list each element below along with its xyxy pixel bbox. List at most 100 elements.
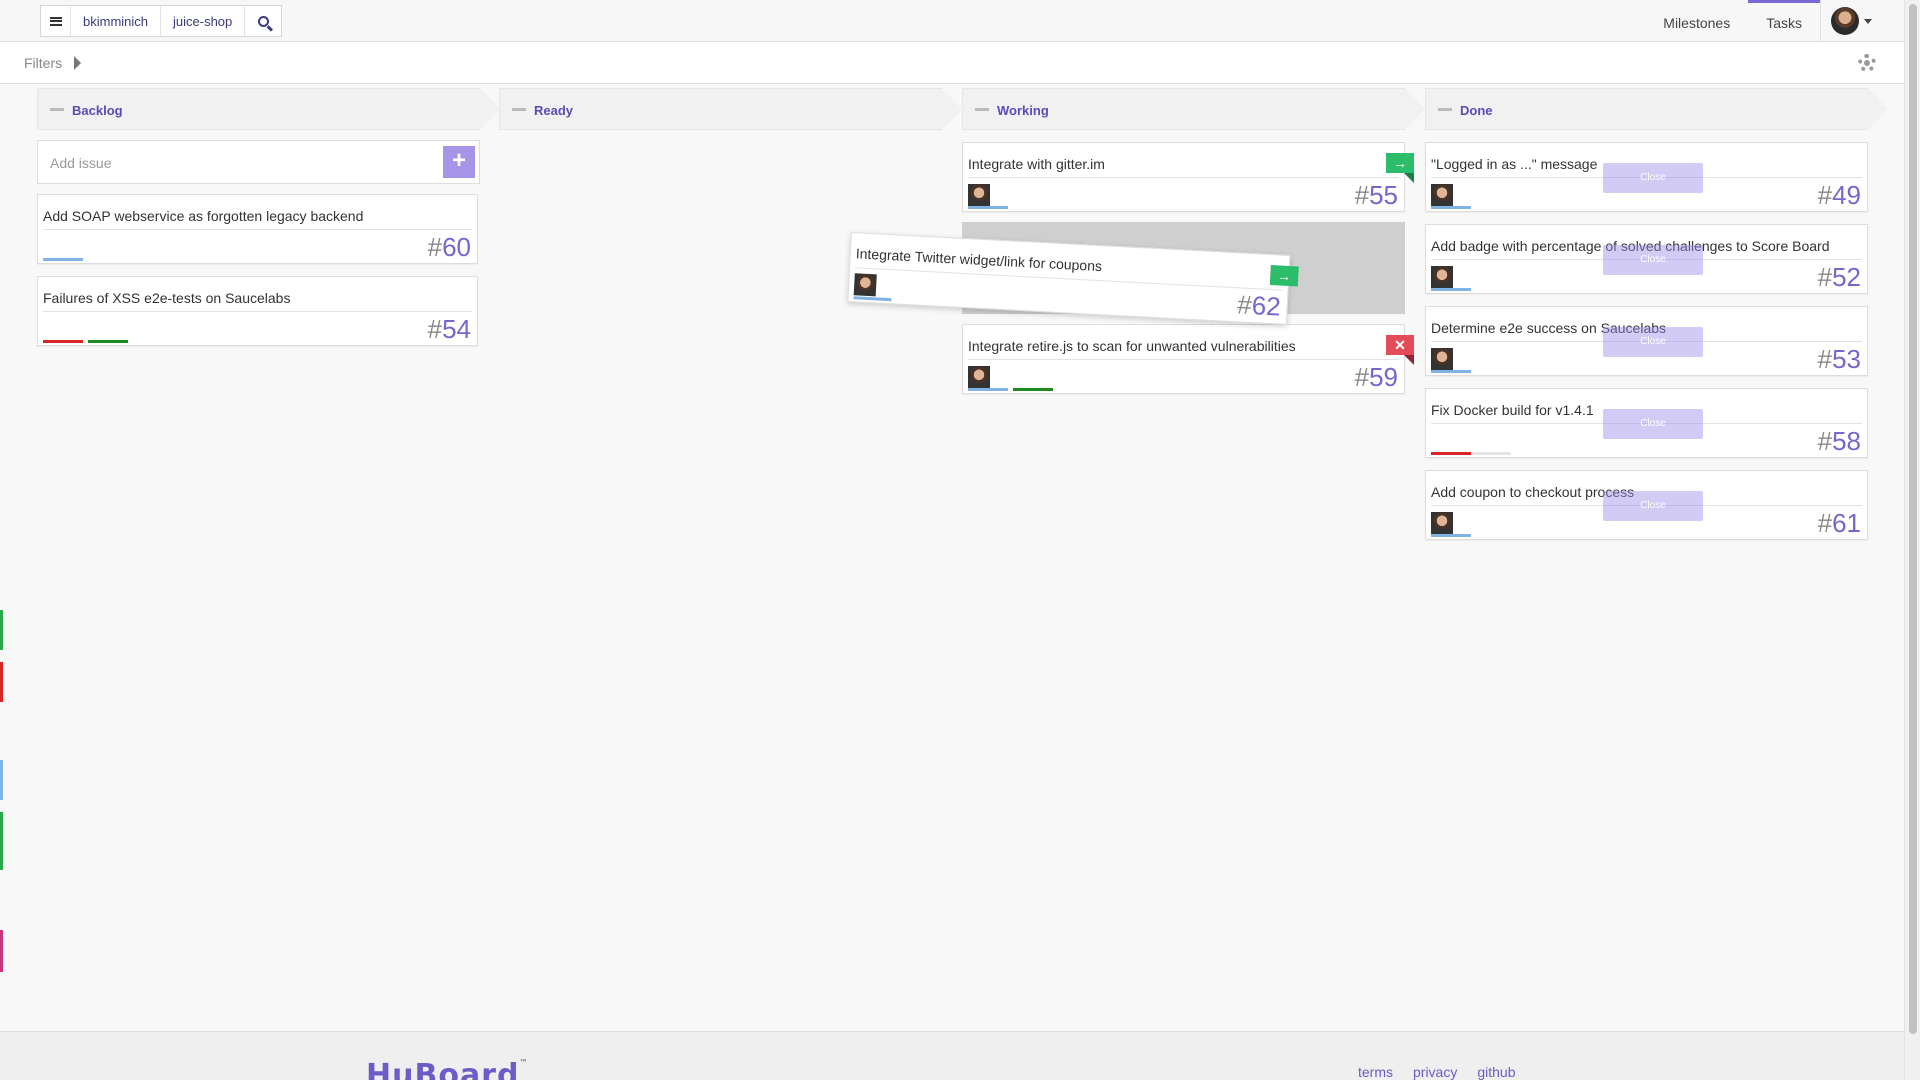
issue-title: Fix Docker build for v1.4.1 (1431, 402, 1594, 418)
issue-number[interactable]: #61 (1818, 508, 1861, 539)
collapse-icon[interactable] (512, 108, 526, 111)
privacy-link[interactable]: privacy (1413, 1064, 1457, 1080)
collapse-icon[interactable] (975, 108, 989, 111)
add-issue-button[interactable]: + (443, 146, 475, 178)
label-bar (1431, 288, 1471, 291)
caret-down-icon (1864, 18, 1872, 24)
issue-number-value: 60 (442, 232, 471, 262)
issue-title: Integrate with gitter.im (968, 156, 1105, 172)
menu-button[interactable] (41, 6, 71, 36)
hamburger-icon (49, 16, 62, 26)
issue-card[interactable]: Add SOAP webservice as forgotten legacy … (37, 194, 478, 264)
column-title: Backlog (72, 103, 123, 118)
gear-icon[interactable] (1858, 54, 1876, 72)
issue-hash: # (1817, 262, 1833, 292)
column-header[interactable]: Working (962, 88, 1425, 130)
user-menu[interactable] (1820, 0, 1904, 42)
assignee-avatar[interactable] (1431, 348, 1453, 370)
issue-number-value: 62 (1251, 290, 1282, 322)
close-issue-button[interactable]: Close (1603, 327, 1703, 357)
blocked-flag[interactable]: ✕ (1386, 335, 1414, 365)
issue-number[interactable]: #54 (428, 314, 471, 345)
close-issue-button[interactable]: Close (1603, 491, 1703, 521)
trademark-mark: ™ (519, 1058, 529, 1067)
label-bar (853, 296, 892, 302)
divider (43, 229, 472, 230)
issue-card[interactable]: Add coupon to checkout process Close #61 (1425, 470, 1868, 540)
issue-number[interactable]: #59 (1355, 362, 1398, 393)
chevron-right-icon[interactable] (74, 56, 81, 70)
ready-flag[interactable]: → (1386, 153, 1414, 183)
search-button[interactable] (245, 6, 281, 36)
issue-card[interactable]: Fix Docker build for v1.4.1 Close #58 (1425, 388, 1868, 458)
assignee-avatar (853, 273, 877, 297)
column-backlog: Backlog Add issue + (37, 88, 500, 184)
issue-number[interactable]: #53 (1818, 344, 1861, 375)
label-bar (1431, 534, 1471, 537)
close-issue-button[interactable]: Close (1603, 409, 1703, 439)
issue-number[interactable]: #55 (1355, 180, 1398, 211)
issue-number-value: 59 (1369, 362, 1398, 392)
breadcrumb-user[interactable]: bkimminich (71, 6, 162, 36)
issue-hash: # (1817, 508, 1833, 538)
terms-link[interactable]: terms (1358, 1064, 1393, 1080)
search-icon (257, 15, 269, 27)
assignee-avatar[interactable] (968, 184, 990, 206)
column-title: Working (997, 103, 1049, 118)
edge-marker (0, 812, 3, 870)
label-bar (1013, 388, 1053, 391)
huboard-logo[interactable]: HuBoard™ (366, 1058, 528, 1080)
column-header[interactable]: Backlog (37, 88, 500, 130)
label-bar (88, 340, 128, 343)
issue-card[interactable]: "Logged in as ..." message Close #49 (1425, 142, 1868, 212)
divider (968, 177, 1399, 178)
filters-toggle[interactable]: Filters (24, 55, 62, 71)
edge-marker (0, 662, 3, 702)
issue-hash: # (1817, 426, 1833, 456)
column-header[interactable]: Done (1425, 88, 1888, 130)
issue-title: "Logged in as ..." message (1431, 156, 1598, 172)
column-header[interactable]: Ready (499, 88, 962, 130)
assignee-avatar[interactable] (1431, 184, 1453, 206)
assignee-avatar[interactable] (1431, 266, 1453, 288)
top-bar: bkimminich juice-shop Milestones Tasks (0, 0, 1904, 42)
footer-links: terms privacy github (1358, 1064, 1516, 1080)
edge-marker (0, 760, 3, 800)
issue-card[interactable]: Determine e2e success on Saucelabs Close… (1425, 306, 1868, 376)
collapse-icon[interactable] (50, 108, 64, 111)
flag-tail (1404, 355, 1414, 365)
assignee-avatar[interactable] (968, 366, 990, 388)
label-bar (1431, 206, 1471, 209)
scrollbar-thumb[interactable] (1909, 4, 1917, 1034)
close-issue-button[interactable]: Close (1603, 163, 1703, 193)
vertical-scrollbar[interactable] (1904, 0, 1920, 1080)
issue-title: Add SOAP webservice as forgotten legacy … (43, 208, 364, 224)
collapse-icon[interactable] (1438, 108, 1452, 111)
nav-tasks[interactable]: Tasks (1748, 0, 1820, 42)
label-bar (1431, 452, 1471, 455)
column-working: Working (962, 88, 1425, 130)
add-issue-input[interactable]: Add issue + (37, 140, 480, 184)
label-bar (1431, 370, 1471, 373)
close-issue-button[interactable]: Close (1603, 245, 1703, 275)
issue-card[interactable]: Integrate with gitter.im #55 → (962, 142, 1414, 212)
issue-card[interactable]: Add badge with percentage of solved chal… (1425, 224, 1868, 294)
issue-number[interactable]: #58 (1818, 426, 1861, 457)
breadcrumb-repo[interactable]: juice-shop (161, 6, 246, 36)
assignee-avatar[interactable] (1431, 512, 1453, 534)
issue-title: Failures of XSS e2e-tests on Saucelabs (43, 290, 291, 306)
issue-card[interactable]: Integrate retire.js to scan for unwanted… (962, 324, 1414, 394)
filters-bar: Filters (0, 42, 1904, 84)
arrow-right-icon[interactable]: → (1269, 265, 1299, 287)
logo-text: HuBoard (366, 1058, 520, 1080)
issue-card[interactable]: Failures of XSS e2e-tests on Saucelabs #… (37, 276, 478, 346)
issue-number[interactable]: #49 (1818, 180, 1861, 211)
edge-marker (0, 610, 3, 650)
github-link[interactable]: github (1477, 1064, 1515, 1080)
issue-number-value: 52 (1832, 262, 1861, 292)
flag-tail (1404, 173, 1414, 183)
issue-number[interactable]: #52 (1818, 262, 1861, 293)
issue-number[interactable]: #60 (428, 232, 471, 263)
avatar (1831, 7, 1859, 35)
nav-milestones[interactable]: Milestones (1645, 0, 1748, 42)
